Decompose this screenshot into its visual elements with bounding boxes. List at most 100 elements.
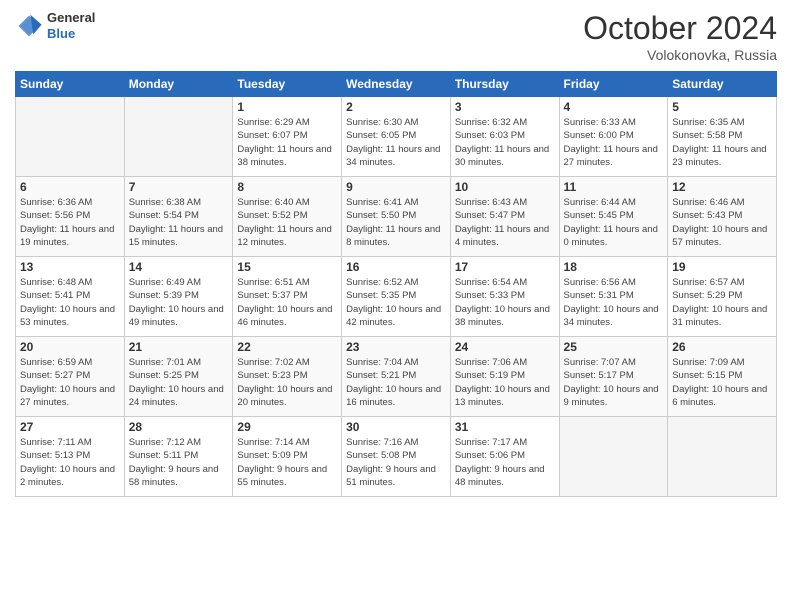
logo: General Blue bbox=[15, 10, 95, 41]
day-info: Sunrise: 6:57 AM Sunset: 5:29 PM Dayligh… bbox=[672, 276, 772, 329]
day-info: Sunrise: 7:17 AM Sunset: 5:06 PM Dayligh… bbox=[455, 436, 555, 489]
calendar-cell: 8 Sunrise: 6:40 AM Sunset: 5:52 PM Daylig… bbox=[233, 177, 342, 257]
calendar-cell: 11 Sunrise: 6:44 AM Sunset: 5:45 PM Dayli… bbox=[559, 177, 668, 257]
calendar-cell: 3 Sunrise: 6:32 AM Sunset: 6:03 PM Daylig… bbox=[450, 97, 559, 177]
day-info: Sunrise: 7:07 AM Sunset: 5:17 PM Dayligh… bbox=[564, 356, 664, 409]
calendar-week-row: 20 Sunrise: 6:59 AM Sunset: 5:27 PM Dayli… bbox=[16, 337, 777, 417]
calendar-week-row: 13 Sunrise: 6:48 AM Sunset: 5:41 PM Dayli… bbox=[16, 257, 777, 337]
day-number: 22 bbox=[237, 340, 337, 354]
logo-general: General bbox=[47, 10, 95, 26]
day-number: 29 bbox=[237, 420, 337, 434]
day-number: 13 bbox=[20, 260, 120, 274]
day-info: Sunrise: 6:46 AM Sunset: 5:43 PM Dayligh… bbox=[672, 196, 772, 249]
day-number: 17 bbox=[455, 260, 555, 274]
calendar-week-row: 6Sunrise: 6:36 AM Sunset: 5:56 PM Daylig… bbox=[16, 177, 777, 257]
calendar-cell: 5Sunrise: 6:35 AM Sunset: 5:58 PM Daylig… bbox=[668, 97, 777, 177]
day-info: Sunrise: 7:11 AM Sunset: 5:13 PM Dayligh… bbox=[20, 436, 120, 489]
title-block: October 2024 Volokonovka, Russia bbox=[583, 10, 777, 63]
calendar-cell: 20 Sunrise: 6:59 AM Sunset: 5:27 PM Dayli… bbox=[16, 337, 125, 417]
weekday-header: Saturday bbox=[668, 72, 777, 97]
day-number: 27 bbox=[20, 420, 120, 434]
calendar-cell: 25 Sunrise: 7:07 AM Sunset: 5:17 PM Dayli… bbox=[559, 337, 668, 417]
day-info: Sunrise: 6:44 AM Sunset: 5:45 PM Dayligh… bbox=[564, 196, 664, 249]
calendar-cell: 18 Sunrise: 6:56 AM Sunset: 5:31 PM Dayli… bbox=[559, 257, 668, 337]
calendar-table: SundayMondayTuesdayWednesdayThursdayFrid… bbox=[15, 71, 777, 497]
logo-icon bbox=[15, 12, 43, 40]
weekday-header: Tuesday bbox=[233, 72, 342, 97]
calendar-cell: 30Sunrise: 7:16 AM Sunset: 5:08 PM Dayli… bbox=[342, 417, 451, 497]
calendar-week-row: 27 Sunrise: 7:11 AM Sunset: 5:13 PM Dayli… bbox=[16, 417, 777, 497]
day-info: Sunrise: 6:38 AM Sunset: 5:54 PM Dayligh… bbox=[129, 196, 229, 249]
day-info: Sunrise: 6:33 AM Sunset: 6:00 PM Dayligh… bbox=[564, 116, 664, 169]
calendar-week-row: 1 Sunrise: 6:29 AM Sunset: 6:07 PM Daylig… bbox=[16, 97, 777, 177]
day-info: Sunrise: 6:30 AM Sunset: 6:05 PM Dayligh… bbox=[346, 116, 446, 169]
calendar-cell: 1 Sunrise: 6:29 AM Sunset: 6:07 PM Daylig… bbox=[233, 97, 342, 177]
day-number: 30 bbox=[346, 420, 446, 434]
calendar-cell: 27 Sunrise: 7:11 AM Sunset: 5:13 PM Dayli… bbox=[16, 417, 125, 497]
calendar-cell: 16Sunrise: 6:52 AM Sunset: 5:35 PM Dayli… bbox=[342, 257, 451, 337]
day-number: 12 bbox=[672, 180, 772, 194]
calendar-cell: 23Sunrise: 7:04 AM Sunset: 5:21 PM Dayli… bbox=[342, 337, 451, 417]
calendar-cell bbox=[559, 417, 668, 497]
day-number: 31 bbox=[455, 420, 555, 434]
day-info: Sunrise: 6:51 AM Sunset: 5:37 PM Dayligh… bbox=[237, 276, 337, 329]
day-info: Sunrise: 6:48 AM Sunset: 5:41 PM Dayligh… bbox=[20, 276, 120, 329]
day-info: Sunrise: 6:59 AM Sunset: 5:27 PM Dayligh… bbox=[20, 356, 120, 409]
day-number: 21 bbox=[129, 340, 229, 354]
calendar-cell: 12 Sunrise: 6:46 AM Sunset: 5:43 PM Dayli… bbox=[668, 177, 777, 257]
page: General Blue October 2024 Volokonovka, R… bbox=[0, 0, 792, 612]
calendar-cell: 24Sunrise: 7:06 AM Sunset: 5:19 PM Dayli… bbox=[450, 337, 559, 417]
calendar-cell: 22 Sunrise: 7:02 AM Sunset: 5:23 PM Dayli… bbox=[233, 337, 342, 417]
day-info: Sunrise: 6:40 AM Sunset: 5:52 PM Dayligh… bbox=[237, 196, 337, 249]
calendar-cell: 10 Sunrise: 6:43 AM Sunset: 5:47 PM Dayli… bbox=[450, 177, 559, 257]
day-number: 9 bbox=[346, 180, 446, 194]
weekday-header: Wednesday bbox=[342, 72, 451, 97]
day-number: 16 bbox=[346, 260, 446, 274]
calendar-cell bbox=[16, 97, 125, 177]
calendar-cell bbox=[668, 417, 777, 497]
calendar-header-row: SundayMondayTuesdayWednesdayThursdayFrid… bbox=[16, 72, 777, 97]
day-number: 26 bbox=[672, 340, 772, 354]
logo-text: General Blue bbox=[47, 10, 95, 41]
calendar-cell: 7 Sunrise: 6:38 AM Sunset: 5:54 PM Daylig… bbox=[124, 177, 233, 257]
day-info: Sunrise: 6:32 AM Sunset: 6:03 PM Dayligh… bbox=[455, 116, 555, 169]
calendar-cell: 28Sunrise: 7:12 AM Sunset: 5:11 PM Dayli… bbox=[124, 417, 233, 497]
day-info: Sunrise: 6:54 AM Sunset: 5:33 PM Dayligh… bbox=[455, 276, 555, 329]
day-number: 1 bbox=[237, 100, 337, 114]
day-info: Sunrise: 7:09 AM Sunset: 5:15 PM Dayligh… bbox=[672, 356, 772, 409]
day-number: 7 bbox=[129, 180, 229, 194]
day-number: 20 bbox=[20, 340, 120, 354]
day-number: 2 bbox=[346, 100, 446, 114]
calendar-cell: 26 Sunrise: 7:09 AM Sunset: 5:15 PM Dayli… bbox=[668, 337, 777, 417]
weekday-header: Monday bbox=[124, 72, 233, 97]
day-info: Sunrise: 7:02 AM Sunset: 5:23 PM Dayligh… bbox=[237, 356, 337, 409]
day-info: Sunrise: 6:56 AM Sunset: 5:31 PM Dayligh… bbox=[564, 276, 664, 329]
day-info: Sunrise: 6:43 AM Sunset: 5:47 PM Dayligh… bbox=[455, 196, 555, 249]
logo-blue: Blue bbox=[47, 26, 95, 42]
calendar-cell: 31 Sunrise: 7:17 AM Sunset: 5:06 PM Dayli… bbox=[450, 417, 559, 497]
day-number: 3 bbox=[455, 100, 555, 114]
day-number: 11 bbox=[564, 180, 664, 194]
day-info: Sunrise: 6:29 AM Sunset: 6:07 PM Dayligh… bbox=[237, 116, 337, 169]
location: Volokonovka, Russia bbox=[583, 47, 777, 63]
day-number: 8 bbox=[237, 180, 337, 194]
weekday-header: Thursday bbox=[450, 72, 559, 97]
day-info: Sunrise: 6:35 AM Sunset: 5:58 PM Dayligh… bbox=[672, 116, 772, 169]
day-info: Sunrise: 7:01 AM Sunset: 5:25 PM Dayligh… bbox=[129, 356, 229, 409]
calendar-cell: 6Sunrise: 6:36 AM Sunset: 5:56 PM Daylig… bbox=[16, 177, 125, 257]
calendar-cell: 15 Sunrise: 6:51 AM Sunset: 5:37 PM Dayli… bbox=[233, 257, 342, 337]
calendar-cell: 17 Sunrise: 6:54 AM Sunset: 5:33 PM Dayli… bbox=[450, 257, 559, 337]
calendar-cell: 4 Sunrise: 6:33 AM Sunset: 6:00 PM Daylig… bbox=[559, 97, 668, 177]
calendar-cell: 14Sunrise: 6:49 AM Sunset: 5:39 PM Dayli… bbox=[124, 257, 233, 337]
day-number: 24 bbox=[455, 340, 555, 354]
day-number: 15 bbox=[237, 260, 337, 274]
day-info: Sunrise: 6:41 AM Sunset: 5:50 PM Dayligh… bbox=[346, 196, 446, 249]
calendar-cell: 9 Sunrise: 6:41 AM Sunset: 5:50 PM Daylig… bbox=[342, 177, 451, 257]
calendar-cell: 13 Sunrise: 6:48 AM Sunset: 5:41 PM Dayli… bbox=[16, 257, 125, 337]
calendar-cell: 2 Sunrise: 6:30 AM Sunset: 6:05 PM Daylig… bbox=[342, 97, 451, 177]
day-number: 28 bbox=[129, 420, 229, 434]
day-number: 10 bbox=[455, 180, 555, 194]
day-number: 25 bbox=[564, 340, 664, 354]
day-number: 18 bbox=[564, 260, 664, 274]
day-number: 4 bbox=[564, 100, 664, 114]
